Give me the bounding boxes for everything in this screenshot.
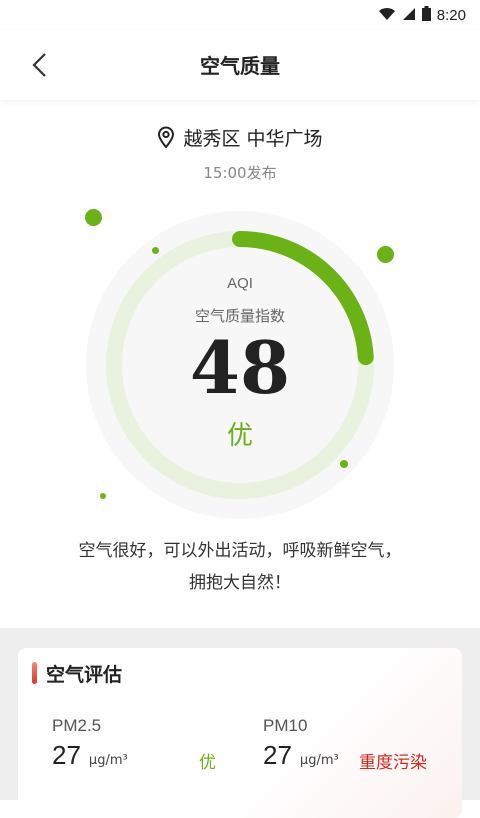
decorative-dot — [100, 493, 106, 499]
pollutant-unit: μg/m³ — [88, 753, 128, 768]
decorative-dot — [85, 209, 102, 226]
aqi-level: 优 — [226, 421, 253, 451]
pollutant-name: PM10 — [263, 716, 308, 735]
decorative-dot — [377, 246, 394, 263]
battery-icon — [421, 6, 431, 25]
advice-line-1: 空气很好，可以外出活动，呼吸新鲜空气， — [78, 541, 402, 561]
status-icons: 8:20 — [378, 6, 466, 25]
decorative-dot — [152, 247, 159, 254]
advice-text: 空气很好，可以外出活动，呼吸新鲜空气， 拥抱大自然！ — [40, 535, 440, 599]
location: 越秀区 中华广场 — [0, 124, 480, 153]
app-bar: 空气质量 — [0, 30, 480, 100]
status-bar: 8:20 — [0, 0, 480, 30]
pollutant-value: 27 — [263, 740, 292, 770]
pollutant-name: PM2.5 — [52, 716, 102, 735]
publish-time: 15:00发布 — [203, 164, 277, 182]
status-time: 8:20 — [436, 7, 466, 24]
aqi-gauge: AQI 空气质量指数 48 优 — [80, 205, 400, 525]
wifi-icon — [378, 7, 396, 25]
signal-icon — [402, 7, 416, 25]
pollutant-pm25: PM2.5 27 μg/m³ — [52, 716, 128, 771]
decorative-dot — [340, 460, 348, 468]
location-pin-icon — [157, 126, 175, 153]
location-name: 越秀区 中华广场 — [183, 128, 323, 150]
aqi-label: AQI — [227, 275, 253, 292]
page-title: 空气质量 — [200, 54, 280, 78]
advice-line-2: 拥抱大自然！ — [189, 573, 291, 593]
aqi-value: 48 — [189, 325, 291, 410]
pollutant-level-pm10: 重度污染 — [359, 753, 427, 773]
card-accent-bar — [32, 662, 37, 684]
pollutant-unit: μg/m³ — [299, 753, 339, 768]
assessment-card: 空气评估 PM2.5 27 μg/m³ 优 PM10 27 μg/m³ 重度污染 — [18, 648, 462, 818]
assessment-title: 空气评估 — [46, 664, 123, 686]
pollutant-level-pm25: 优 — [199, 753, 216, 773]
aqi-sublabel: 空气质量指数 — [194, 307, 285, 325]
pollutant-value: 27 — [52, 740, 81, 770]
pollutant-pm10: PM10 27 μg/m³ — [263, 716, 339, 771]
